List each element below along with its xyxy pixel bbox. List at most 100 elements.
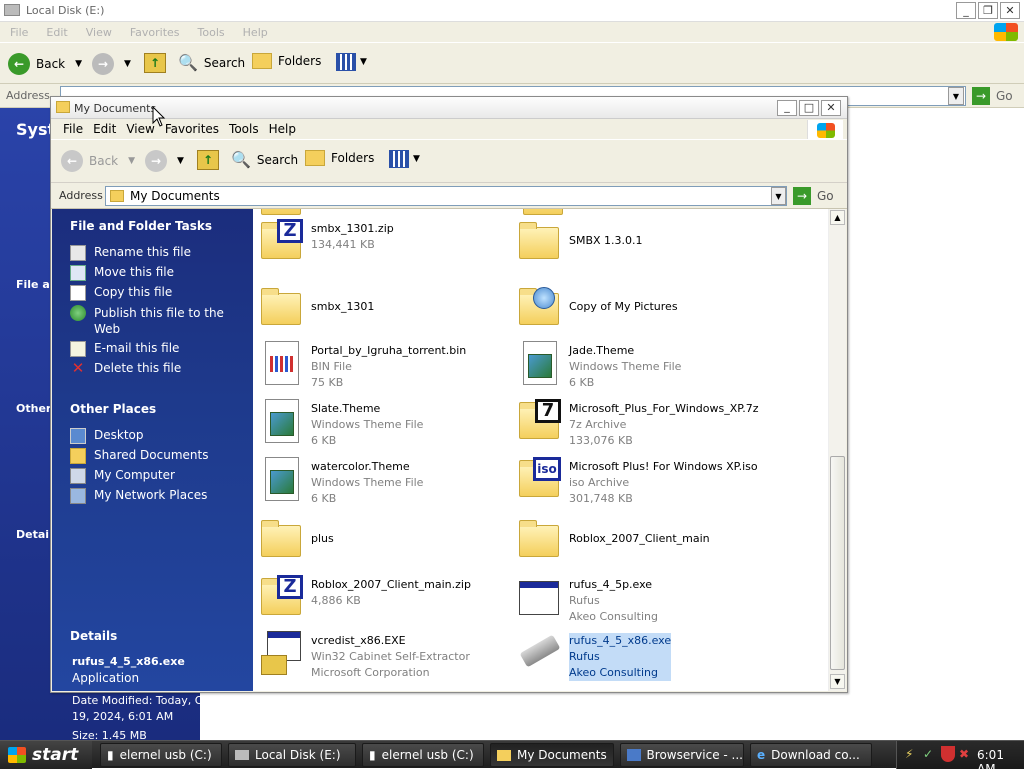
bg-menu-file[interactable]: File xyxy=(10,26,28,39)
bg-forward-button[interactable]: → ▼ xyxy=(92,53,131,75)
file-text: SMBX 1.3.0.1 xyxy=(569,233,643,249)
menu-tools[interactable]: Tools xyxy=(227,122,267,136)
my-computer-link[interactable]: My Computer xyxy=(70,468,175,484)
desktop-link[interactable]: Desktop xyxy=(70,428,144,444)
menu-file[interactable]: File xyxy=(61,122,91,136)
shared-documents-label: Shared Documents xyxy=(94,448,209,462)
title-bar[interactable]: My Documents _ □ ✕ xyxy=(51,97,847,119)
search-icon: 🔍 xyxy=(178,53,198,72)
minimize-button[interactable]: _ xyxy=(777,100,797,116)
views-button[interactable]: ▼ xyxy=(389,150,420,168)
bg-up-button[interactable]: ↑ xyxy=(144,53,166,73)
taskbar-button-usb-2[interactable]: ▮ elernel usb (C:) xyxy=(362,743,484,767)
installer-icon xyxy=(257,629,305,677)
taskbar-button-download[interactable]: e Download co... xyxy=(750,743,872,767)
tray-network-icon[interactable]: ⚡ xyxy=(905,747,913,761)
start-button[interactable]: start xyxy=(0,741,92,769)
file-item[interactable]: Jade.Theme Windows Theme File 6 KB xyxy=(515,339,755,391)
file-item[interactable]: vcredist_x86.EXE Win32 Cabinet Self-Extra… xyxy=(257,629,497,681)
scroll-thumb[interactable] xyxy=(830,456,845,670)
file-item[interactable]: watercolor.Theme Windows Theme File 6 KB xyxy=(257,455,497,507)
bg-menu-view[interactable]: View xyxy=(86,26,112,39)
my-network-places-link[interactable]: My Network Places xyxy=(70,488,207,504)
taskbar-button-local-disk[interactable]: Local Disk (E:) xyxy=(228,743,356,767)
desktop-icon xyxy=(70,428,86,444)
search-label: Search xyxy=(256,152,299,167)
bg-restore-button[interactable]: ❐ xyxy=(978,2,998,19)
7z-icon: 7 xyxy=(515,397,563,445)
folder-icon xyxy=(515,217,563,265)
bg-minimize-button[interactable]: _ xyxy=(956,2,976,19)
taskbar-button-browservice[interactable]: Browservice - ... xyxy=(620,743,744,767)
folder-icon xyxy=(110,190,124,202)
vertical-scrollbar[interactable]: ▲ ▼ xyxy=(828,209,846,691)
bg-go-button[interactable]: → Go xyxy=(972,87,1013,105)
scroll-down-button[interactable]: ▼ xyxy=(830,674,845,689)
email-file-link[interactable]: E-mail this file xyxy=(70,341,179,357)
file-item[interactable]: Slate.Theme Windows Theme File 6 KB xyxy=(257,397,497,449)
file-text: smbx_1301.zip 134,441 KB xyxy=(311,221,394,253)
up-button[interactable]: ↑ xyxy=(197,150,219,170)
address-input[interactable]: My Documents xyxy=(105,186,787,206)
windows-logo-icon xyxy=(807,120,843,140)
bg-menu-edit[interactable]: Edit xyxy=(46,26,67,39)
file-text: Slate.Theme Windows Theme File 6 KB xyxy=(311,401,423,449)
file-item[interactable]: 7 Microsoft_Plus_For_Windows_XP.7z 7z Arch… xyxy=(515,397,758,449)
menu-help[interactable]: Help xyxy=(267,122,304,136)
bg-back-button[interactable]: ← Back ▼ xyxy=(8,53,82,75)
taskbar-button-my-documents[interactable]: My Documents xyxy=(490,743,614,767)
scroll-up-button[interactable]: ▲ xyxy=(830,210,845,225)
rename-file-link[interactable]: Rename this file xyxy=(70,245,191,261)
file-info: BIN File xyxy=(311,360,352,373)
bg-views-button[interactable]: ▼ xyxy=(336,53,367,71)
bg-address-dropdown[interactable]: ▼ xyxy=(948,87,964,105)
folders-button[interactable]: Folders xyxy=(305,150,374,166)
search-button[interactable]: 🔍 Search xyxy=(231,150,298,169)
file-item[interactable]: Zsmbx_1301.zip 134,441 KB xyxy=(257,217,497,269)
bg-side-heading-3: Other xyxy=(16,402,52,415)
close-button[interactable]: ✕ xyxy=(821,100,841,116)
move-file-link[interactable]: Move this file xyxy=(70,265,174,281)
other-places-heading: Other Places xyxy=(70,402,157,416)
file-item[interactable]: Portal_by_Igruha_torrent.bin BIN File 75 K… xyxy=(257,339,497,391)
copy-file-link[interactable]: Copy this file xyxy=(70,285,172,301)
back-button[interactable]: ← Back ▼ xyxy=(61,150,135,172)
file-item[interactable]: smbx_1301 xyxy=(257,283,497,335)
go-button[interactable]: → Go xyxy=(793,187,834,205)
file-item[interactable]: iso Microsoft Plus! For Windows XP.iso iso… xyxy=(515,455,758,507)
file-item[interactable]: rufus_4_5_x86.exe Rufus Akeo Consulting xyxy=(515,629,755,681)
menu-edit[interactable]: Edit xyxy=(91,122,124,136)
file-item[interactable]: Copy of My Pictures xyxy=(515,283,755,335)
bg-folders-button[interactable]: Folders xyxy=(252,53,321,69)
menu-favorites[interactable]: Favorites xyxy=(163,122,227,136)
address-dropdown[interactable]: ▼ xyxy=(771,187,786,205)
shared-documents-link[interactable]: Shared Documents xyxy=(70,448,208,464)
taskbar: start ▮ elernel usb (C:) Local Disk (E:) … xyxy=(0,740,1024,776)
bg-menu-favorites[interactable]: Favorites xyxy=(130,26,180,39)
file-item[interactable]: plus xyxy=(257,515,497,567)
forward-button[interactable]: → ▼ xyxy=(145,150,184,172)
bg-close-button[interactable]: ✕ xyxy=(1000,2,1020,19)
bg-folders-label: Folders xyxy=(278,54,322,68)
folder-icon xyxy=(257,283,305,331)
tray-antivirus-icon[interactable]: ✖ xyxy=(959,747,969,761)
file-item[interactable]: SMBX 1.3.0.1 xyxy=(515,217,755,269)
tray-update-icon[interactable]: ✓ xyxy=(923,747,933,761)
file-name: smbx_1301 xyxy=(311,300,375,313)
file-info: Windows Theme File xyxy=(311,418,424,431)
file-item[interactable]: Z Roblox_2007_Client_main.zip 4,886 KB xyxy=(257,573,497,625)
bg-search-button[interactable]: 🔍 Search xyxy=(178,53,245,72)
file-text: Roblox_2007_Client_main xyxy=(569,531,710,547)
bg-menu-help[interactable]: Help xyxy=(243,26,268,39)
taskbar-button-usb-1[interactable]: ▮ elernel usb (C:) xyxy=(100,743,222,767)
tray-security-icon[interactable] xyxy=(941,746,955,762)
maximize-button[interactable]: □ xyxy=(799,100,819,116)
file-item[interactable]: Roblox_2007_Client_main xyxy=(515,515,755,567)
publish-file-link[interactable]: Publish this file to the Web xyxy=(70,305,230,337)
bg-menu-tools[interactable]: Tools xyxy=(198,26,225,39)
delete-file-link[interactable]: ✕ Delete this file xyxy=(70,361,182,377)
file-item[interactable]: rufus_4_5p.exe Rufus Akeo Consulting xyxy=(515,573,755,625)
file-text: smbx_1301 xyxy=(311,299,374,315)
search-icon: 🔍 xyxy=(231,150,251,169)
zip-icon: Z xyxy=(257,573,305,621)
